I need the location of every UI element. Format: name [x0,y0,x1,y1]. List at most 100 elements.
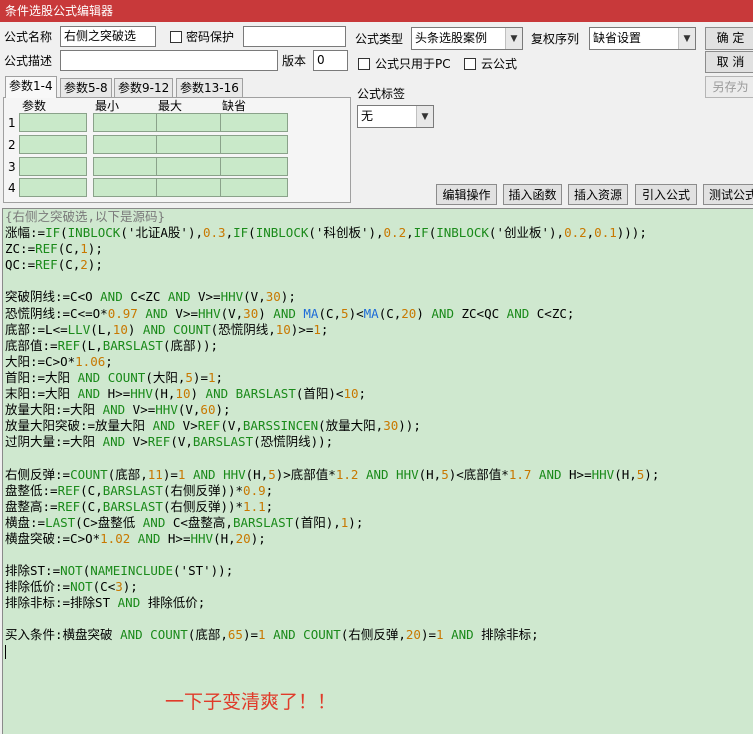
code-token: AND [192,466,216,482]
code-token: (右侧反弹))* [162,482,244,498]
code-token: ( [248,225,256,241]
formula-desc-input[interactable] [60,50,278,71]
param-4-name-input[interactable] [19,178,87,197]
code-token: REF [147,434,171,450]
tab-params-5-8[interactable]: 参数5-8 [60,78,112,97]
code-token: MA [303,305,319,321]
formula-tag-label: 公式标签 [357,87,406,101]
code-token: (L, [80,337,103,353]
code-line: 排除ST:=NOT(NAMEINCLUDE('ST')); [5,563,659,579]
code-token: AND [100,289,123,305]
params-panel: 参数 最小 最大 缺省 1 2 3 4 [3,97,351,203]
chevron-down-icon[interactable]: ▼ [505,28,522,49]
code-token: IF [413,225,429,241]
code-token: ('科创板'), [308,225,384,241]
code-token: 1.2 [335,466,359,482]
code-token: 过阴大量:=大阳 [5,434,103,450]
code-token: LLV [67,321,91,337]
code-line: ZC:=REF(C,1); [5,241,659,257]
formula-type-select[interactable]: 头条选股案例 ▼ [411,27,523,50]
code-token: AND [120,627,143,643]
code-token: )>= [290,321,314,337]
code-line: 恐慌阴线:=C<=O*0.97 AND V>=HHV(V,30) AND MA(… [5,306,659,322]
chevron-down-icon[interactable]: ▼ [678,28,695,49]
param-3-name-input[interactable] [19,157,87,176]
tab-params-13-16[interactable]: 参数13-16 [176,78,243,97]
param-4-default-input[interactable] [220,178,288,197]
code-token: AND [142,321,166,337]
param-1-max-input[interactable] [156,113,224,132]
code-token: ); [122,579,138,595]
param-1-default-input[interactable] [220,113,288,132]
code-token: 10 [343,386,359,402]
code-token: AND [273,627,296,643]
code-content[interactable]: {右侧之突破选,以下是源码} 涨幅:=IF(INBLOCK('北证A股'),0.3… [5,209,659,660]
insert-resource-button[interactable]: 插入资源 [568,184,628,205]
code-token: HHV [190,530,214,546]
code-token: 60 [200,402,216,418]
param-1-min-input[interactable] [93,113,161,132]
code-token: (恐慌阴线)); [253,434,334,450]
insert-function-button[interactable]: 插入函数 [503,184,562,205]
ok-button[interactable]: 确 定 [705,27,753,50]
password-input[interactable] [243,26,346,47]
restore-select[interactable]: 缺省设置 ▼ [589,27,696,50]
formula-tag-select[interactable]: 无 ▼ [357,105,434,128]
param-1-name-input[interactable] [19,113,87,132]
code-token: BARSLAST [102,337,163,353]
code-token: 大阳:=C>O* [5,353,76,369]
code-editor[interactable]: {右侧之突破选,以下是源码} 涨幅:=IF(INBLOCK('北证A股'),0.3… [2,208,753,734]
code-token: AND [451,627,474,643]
param-2-max-input[interactable] [156,135,224,154]
code-token: 0.2 [383,225,407,241]
test-formula-button[interactable]: 测试公式 [703,184,753,205]
save-as-button[interactable]: 另存为 [705,76,753,98]
code-line: 买入条件:横盘突破 AND COUNT(底部,65)=1 AND COUNT(右… [5,627,659,643]
version-input[interactable]: 0 [313,50,348,71]
param-3-default-input[interactable] [220,157,288,176]
edit-ops-button[interactable]: 编辑操作 [436,184,497,205]
code-token: H>= [100,386,131,402]
code-token: REF [57,337,81,353]
tab-params-1-4[interactable]: 参数1-4 [5,76,57,98]
code-token: V>= [190,289,221,305]
code-token: ; [105,353,113,369]
cloud-checkbox[interactable] [464,58,476,70]
code-token: V>= [167,305,199,321]
param-4-min-input[interactable] [93,178,161,197]
param-row-number: 2 [8,138,16,152]
code-token: 排除ST:= [5,563,61,579]
chevron-down-icon[interactable]: ▼ [416,106,433,127]
code-token: HHV [198,305,221,321]
text-cursor [5,645,6,660]
param-4-max-input[interactable] [156,178,224,197]
code-token: 1 [258,627,266,643]
code-token: 30 [383,418,399,434]
cancel-button[interactable]: 取 消 [705,51,753,73]
param-2-name-input[interactable] [19,135,87,154]
code-line: 底部值:=REF(L,BARSLAST(底部)); [5,338,659,354]
password-checkbox[interactable] [170,31,182,43]
code-token: AND [142,514,166,530]
password-label: 密码保护 [186,30,235,44]
code-token: ; [215,369,224,385]
param-3-max-input[interactable] [156,157,224,176]
import-formula-button[interactable]: 引入公式 [635,184,697,205]
code-line: 盘整低:=REF(C,BARSLAST(右侧反弹))*0.9; [5,483,659,499]
code-token: AND [77,369,101,385]
window-title: 条件选股公式编辑器 [0,0,753,22]
param-2-min-input[interactable] [93,135,161,154]
pc-only-checkbox[interactable] [358,58,370,70]
param-3-min-input[interactable] [93,157,161,176]
code-token: (C, [80,498,103,514]
code-token: (C< [92,579,116,595]
code-token: (V, [177,402,201,418]
param-2-default-input[interactable] [220,135,288,154]
code-token: AND [538,466,562,482]
code-token: ); [280,289,296,305]
code-token: 盘整低:= [5,482,58,498]
formula-name-input[interactable]: 右侧之突破选 [60,26,156,47]
tab-params-9-12[interactable]: 参数9-12 [114,78,174,97]
